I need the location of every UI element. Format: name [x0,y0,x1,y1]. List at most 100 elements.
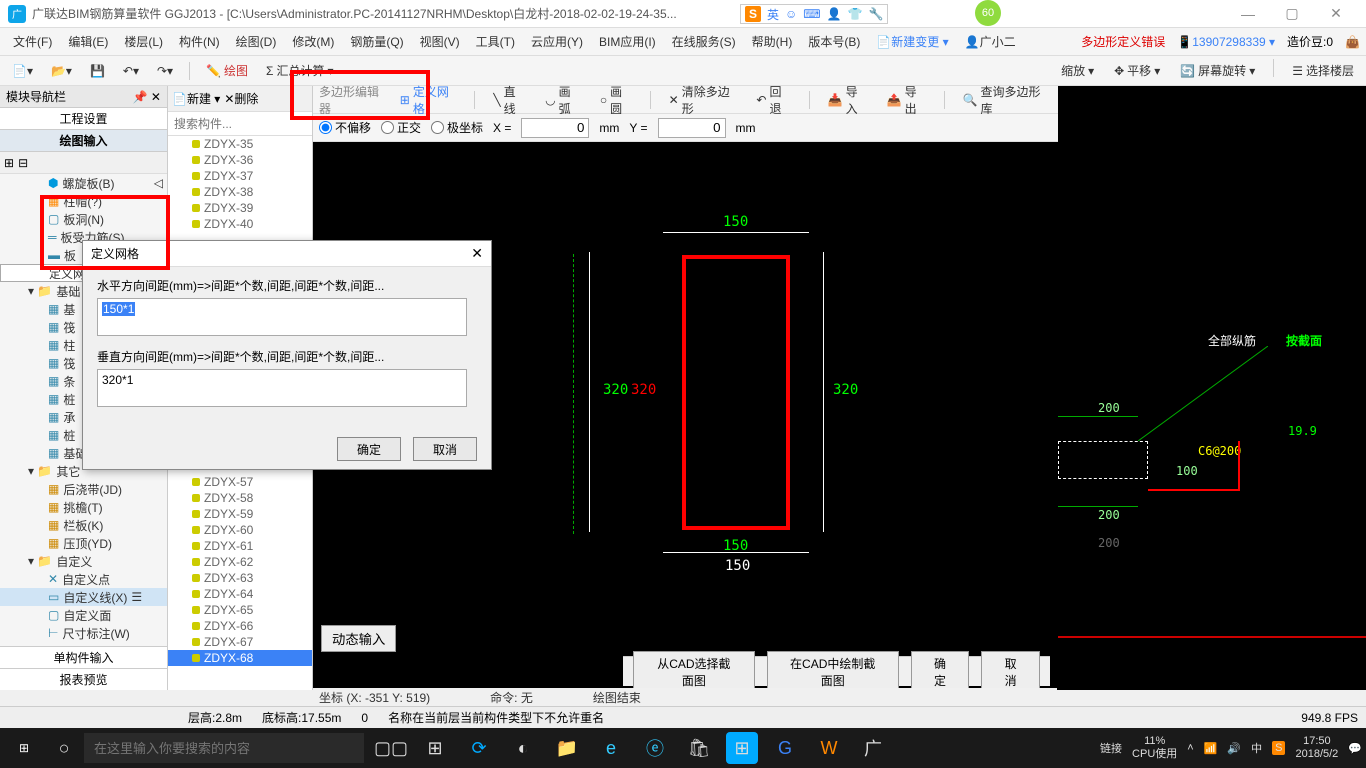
tray-up-icon[interactable]: ˄ [1187,742,1193,754]
phone-number[interactable]: 📱13907298339 ▾ [1177,35,1275,49]
dialog-ok-button[interactable]: 确定 [337,437,401,461]
taskbar-search[interactable] [84,733,364,763]
pin-icon[interactable]: 📌 ✕ [133,90,161,104]
clock[interactable]: 17:502018/5/2 [1295,735,1338,761]
menu-online[interactable]: 在线服务(S) [665,30,743,53]
edge-icon[interactable]: e [590,728,632,768]
ime-toolbar[interactable]: S 英 ☺ ⌨ 👤 👕 🔧 [740,4,888,24]
bag-icon[interactable]: 👜 [1345,35,1360,49]
list-item[interactable]: ZDYX-36 [168,152,312,168]
store-icon[interactable]: 🛍 [678,728,720,768]
ie-icon[interactable]: ⓔ [634,728,676,768]
list-item[interactable]: ZDYX-63 [168,570,312,586]
ime-user-icon[interactable]: 👤 [827,7,842,21]
new-component-button[interactable]: 📄新建 ▾ [172,90,220,107]
radio-no-offset[interactable]: 不偏移 [319,119,371,136]
list-item[interactable]: ZDYX-67 [168,634,312,650]
components-search[interactable] [168,112,312,136]
menu-help[interactable]: 帮助(H) [745,30,800,53]
menu-cloud[interactable]: 云应用(Y) [524,30,590,53]
menu-modify[interactable]: 修改(M) [285,30,341,53]
list-item[interactable]: ZDYX-58 [168,490,312,506]
menu-component[interactable]: 构件(N) [172,30,227,53]
list-item[interactable]: ZDYX-68 [168,650,312,666]
list-item[interactable]: ZDYX-59 [168,506,312,522]
menu-new-change[interactable]: 📄新建变更 ▾ [869,30,955,53]
tab-project-settings[interactable]: 工程设置 [0,108,167,130]
menu-floor[interactable]: 楼层(L) [117,30,170,53]
list-item[interactable]: ZDYX-65 [168,602,312,618]
new-doc-button[interactable]: 📄▾ [6,61,39,81]
dialog-titlebar[interactable]: 定义网格 ✕ [83,241,491,267]
ime-tool-icon[interactable]: 🔧 [869,7,884,21]
tree-slab-hole[interactable]: ▢板洞(N) [0,210,167,228]
task-view-icon[interactable]: ▢▢ [370,728,412,768]
tree-zdy-1[interactable]: ▭自定义线(X)☰ [0,588,167,606]
list-item[interactable]: ZDYX-38 [168,184,312,200]
tree-custom[interactable]: ▾ 📁自定义 [0,552,167,570]
canvas-ok-button[interactable]: 确定 [911,651,970,693]
app-icon-ggj[interactable]: 广 [852,728,894,768]
tree-spiral-slab[interactable]: ⬢螺旋板(B)◁ [0,174,167,192]
tree-qt-1[interactable]: ▦挑檐(T) [0,498,167,516]
expand-all-icon[interactable]: ⊞ [4,156,14,170]
maximize-button[interactable]: ▢ [1270,0,1314,28]
delete-component-button[interactable]: ✕删除 [224,90,258,107]
app-icon-4[interactable]: 📁 [546,728,588,768]
in-cad-button[interactable]: 在CAD中绘制截面图 [767,651,899,693]
menu-user[interactable]: 👤广小二 [958,30,1023,53]
radio-polar[interactable]: 极坐标 [431,119,483,136]
save-button[interactable]: 💾 [84,61,111,81]
tree-zdy-3[interactable]: ⊢尺寸标注(W) [0,624,167,642]
menu-version[interactable]: 版本号(B) [801,30,867,53]
menu-edit[interactable]: 编辑(E) [61,30,115,53]
ime-lang[interactable]: 英 [767,6,779,23]
menu-rebar[interactable]: 钢筋量(Q) [343,30,410,53]
tree-zdy-2[interactable]: ▢自定义面 [0,606,167,624]
zoom-button[interactable]: 缩放 ▾ [1055,59,1100,82]
notifications-icon[interactable]: 💬 [1348,742,1362,755]
app-icon-1[interactable]: ⊞ [414,728,456,768]
tree-column-cap[interactable]: ▦柱帽(?) [0,192,167,210]
h-spacing-input[interactable]: 150*1 [97,298,467,336]
tray-ime-icon[interactable]: 中 [1251,740,1262,756]
tray-volume-icon[interactable]: 🔊 [1227,742,1241,755]
start-button[interactable]: ⊞ [4,728,44,768]
dialog-cancel-button[interactable]: 取消 [413,437,477,461]
app-icon-2[interactable]: ⟳ [458,728,500,768]
list-item[interactable]: ZDYX-60 [168,522,312,538]
canvas-cancel-button[interactable]: 取消 [981,651,1040,693]
link-label[interactable]: 链接 [1100,740,1122,756]
menu-draw[interactable]: 绘图(D) [229,30,284,53]
y-input[interactable] [658,118,726,138]
ime-shirt-icon[interactable]: 👕 [848,7,863,21]
tab-draw-input[interactable]: 绘图输入 [0,130,167,152]
tab-single-input[interactable]: 单构件输入 [0,646,167,668]
list-item[interactable]: ZDYX-40 [168,216,312,232]
menu-view[interactable]: 视图(V) [413,30,467,53]
list-item[interactable]: ZDYX-66 [168,618,312,634]
tab-report-preview[interactable]: 报表预览 [0,668,167,690]
cpu-meter[interactable]: 11%CPU使用 [1132,735,1177,761]
pan-button[interactable]: ✥ 平移 ▾ [1108,59,1166,82]
list-item[interactable]: ZDYX-35 [168,136,312,152]
draw-button[interactable]: ✏️绘图 [200,59,254,82]
select-floor-button[interactable]: ☰ 选择楼层 [1286,59,1360,82]
tree-zdy-0[interactable]: ✕自定义点 [0,570,167,588]
redo-button[interactable]: ↷▾ [151,61,179,81]
tree-qt-2[interactable]: ▦栏板(K) [0,516,167,534]
tree-qt-0[interactable]: ▦后浇带(JD) [0,480,167,498]
tree-qt-3[interactable]: ▦压顶(YD) [0,534,167,552]
collapse-all-icon[interactable]: ⊟ [18,156,28,170]
rotate-button[interactable]: 🔄 屏幕旋转 ▾ [1174,59,1261,82]
ime-mic-icon[interactable]: ☺ [785,7,797,21]
radio-ortho[interactable]: 正交 [381,119,421,136]
x-input[interactable] [521,118,589,138]
tray-wifi-icon[interactable]: 📶 [1204,742,1218,755]
tray-s-icon[interactable]: S [1272,741,1285,755]
menu-bim[interactable]: BIM应用(I) [592,30,663,53]
app-icon-wps[interactable]: W [808,728,850,768]
menu-file[interactable]: 文件(F) [6,30,59,53]
close-button[interactable]: ✕ [1314,0,1358,28]
search-input[interactable] [174,117,306,131]
